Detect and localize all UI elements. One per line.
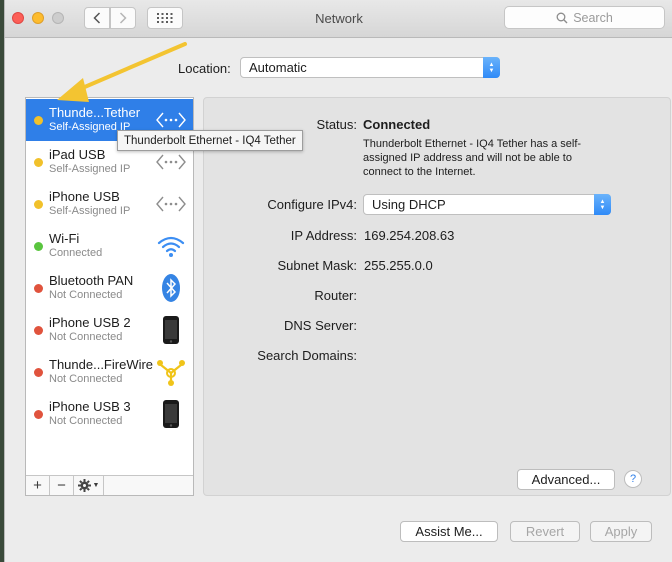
apply-button[interactable]: Apply [590, 521, 652, 542]
service-status: Not Connected [49, 415, 123, 427]
configure-ipv4-value: Using DHCP [372, 197, 446, 212]
configure-ipv4-popup[interactable]: Using DHCP ▲ ▼ [363, 194, 611, 215]
service-item[interactable]: Bluetooth PAN Not Connected [26, 267, 193, 309]
help-button[interactable]: ? [624, 470, 642, 488]
popup-chevron-icon: ▲ ▼ [483, 57, 500, 78]
service-item[interactable]: Wi-Fi Connected [26, 225, 193, 267]
iphone-icon [155, 398, 187, 430]
status-dot [34, 284, 43, 293]
wifi-icon [155, 230, 187, 262]
assist-me-button[interactable]: Assist Me... [400, 521, 498, 542]
revert-button[interactable]: Revert [510, 521, 580, 542]
popup-chevron-icon: ▲ ▼ [594, 194, 611, 215]
firewire-icon [155, 356, 187, 388]
subnet-mask-value: 255.255.0.0 [364, 258, 433, 273]
service-status: Self-Assigned IP [49, 163, 131, 175]
service-tooltip: Thunderbolt Ethernet - IQ4 Tether [117, 130, 303, 151]
service-item[interactable]: iPhone USB Self-Assigned IP [26, 183, 193, 225]
location-value: Automatic [249, 60, 307, 75]
service-name: iPad USB [49, 147, 106, 162]
status-description: Thunderbolt Ethernet - IQ4 Tether has a … [363, 138, 582, 178]
annotation-arrow-icon [57, 42, 187, 102]
ip-address-label: IP Address: [290, 228, 357, 243]
title-bar: Network Search [5, 0, 672, 38]
location-popup[interactable]: Automatic ▲ ▼ [240, 57, 500, 78]
service-list-toolbar: + − ▼ [26, 475, 193, 495]
service-status: Not Connected [49, 289, 123, 301]
search-icon [556, 12, 568, 23]
status-value: Connected [363, 117, 431, 132]
service-name: Thunde...FireWire [49, 357, 154, 372]
bluetooth-icon [155, 272, 187, 304]
status-dot [34, 158, 43, 167]
search-domains-label: Search Domains: [257, 348, 357, 363]
dns-server-label: DNS Server: [284, 318, 357, 333]
service-name: iPhone USB 3 [49, 399, 131, 414]
service-name: Bluetooth PAN [49, 273, 134, 288]
service-item[interactable]: Thunde...FireWire Not Connected [26, 351, 193, 393]
status-dot [34, 410, 43, 419]
chevron-down-icon: ▼ [92, 482, 100, 489]
configure-ipv4-label: Configure IPv4: [267, 197, 357, 212]
ethernet-arrows-icon [155, 188, 187, 220]
advanced-button[interactable]: Advanced... [517, 469, 615, 490]
subnet-mask-label: Subnet Mask: [277, 258, 358, 273]
service-name: iPhone USB 2 [49, 315, 131, 330]
service-name: iPhone USB [49, 189, 120, 204]
service-item[interactable]: iPhone USB 3 Not Connected [26, 393, 193, 435]
service-list: Thunde...Tether Self-Assigned IP iPad USB S… [25, 97, 194, 496]
service-status: Not Connected [49, 373, 123, 385]
ip-address-value: 169.254.208.63 [364, 228, 455, 243]
add-service-button[interactable]: + [26, 476, 50, 495]
status-dot [34, 116, 43, 125]
service-status: Self-Assigned IP [49, 205, 131, 217]
gear-icon [77, 479, 91, 492]
service-name: Wi-Fi [49, 231, 80, 246]
service-item[interactable]: iPhone USB 2 Not Connected [26, 309, 193, 351]
status-dot [34, 368, 43, 377]
router-label: Router: [314, 288, 357, 303]
network-preferences-window: Network Search Location: Automatic ▲ ▼ Th… [4, 0, 672, 562]
remove-service-button[interactable]: − [50, 476, 74, 495]
iphone-icon [155, 314, 187, 346]
status-dot [34, 200, 43, 209]
action-menu-button[interactable]: ▼ [74, 476, 104, 495]
search-field[interactable]: Search [504, 6, 665, 29]
service-status: Not Connected [49, 331, 123, 343]
service-status: Connected [49, 247, 103, 259]
status-dot [34, 326, 43, 335]
status-dot [34, 242, 43, 251]
search-placeholder: Search [573, 10, 613, 25]
